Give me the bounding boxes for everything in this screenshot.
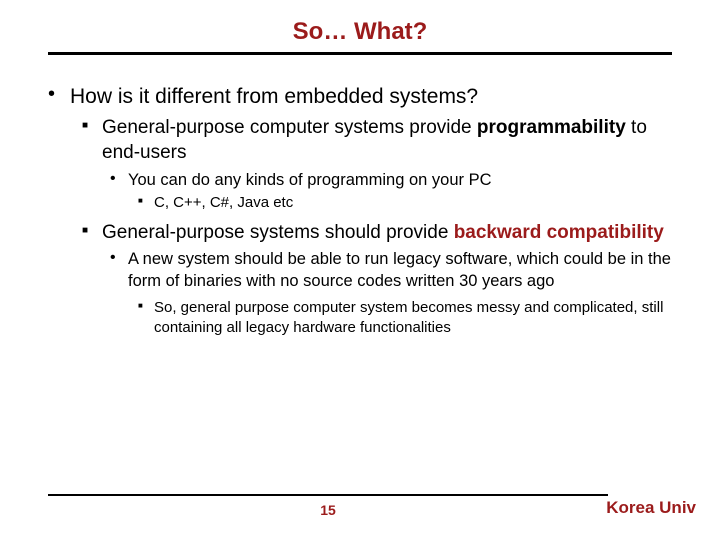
point2-part-a: General-purpose systems should provide: [102, 222, 454, 243]
slide: So… What? • How is it different from emb…: [0, 0, 720, 540]
point2-bold: backward compatibility: [454, 222, 664, 243]
point1-sub-text: You can do any kinds of programming on y…: [128, 170, 672, 191]
footer-row: 15 Korea Univ: [48, 502, 696, 518]
bullet-level4: ■ So, general purpose computer system be…: [138, 298, 672, 337]
bullet-dot-icon: •: [48, 83, 70, 110]
point2-sub2-text: So, general purpose computer system beco…: [154, 298, 672, 337]
point1-sub2-text: C, C++, C#, Java etc: [154, 193, 672, 213]
bullet-dot-icon: •: [110, 249, 128, 292]
bullet-dot-icon: •: [110, 170, 128, 191]
bullet-level2: ■ General-purpose systems should provide…: [82, 221, 672, 246]
bullet-level1: • How is it different from embedded syst…: [48, 83, 672, 110]
brand-text: Korea Univ: [606, 498, 696, 518]
point2-sub-text: A new system should be able to run legac…: [128, 249, 672, 292]
bullet-square-icon: ■: [138, 298, 154, 337]
point1-text: General-purpose computer systems provide…: [102, 116, 672, 165]
title-divider: [48, 52, 672, 55]
bullet-level3: • A new system should be able to run leg…: [110, 249, 672, 292]
bullet-level3: • You can do any kinds of programming on…: [110, 170, 672, 191]
bullet-level2: ■ General-purpose computer systems provi…: [82, 116, 672, 165]
bullet-square-icon: ■: [138, 193, 154, 213]
point2-text: General-purpose systems should provide b…: [102, 221, 672, 246]
bullet-square-icon: ■: [82, 221, 102, 246]
bullet-level4: ■ C, C++, C#, Java etc: [138, 193, 672, 213]
bullet-square-icon: ■: [82, 116, 102, 165]
slide-title: So… What?: [48, 18, 672, 46]
footer-divider: [48, 494, 608, 496]
point1-part-a: General-purpose computer systems provide: [102, 117, 477, 138]
point1-bold: programmability: [477, 117, 626, 138]
page-number: 15: [48, 502, 608, 518]
footer: 15 Korea Univ: [48, 494, 696, 518]
content-area: • How is it different from embedded syst…: [48, 83, 672, 337]
question-text: How is it different from embedded system…: [70, 83, 672, 110]
